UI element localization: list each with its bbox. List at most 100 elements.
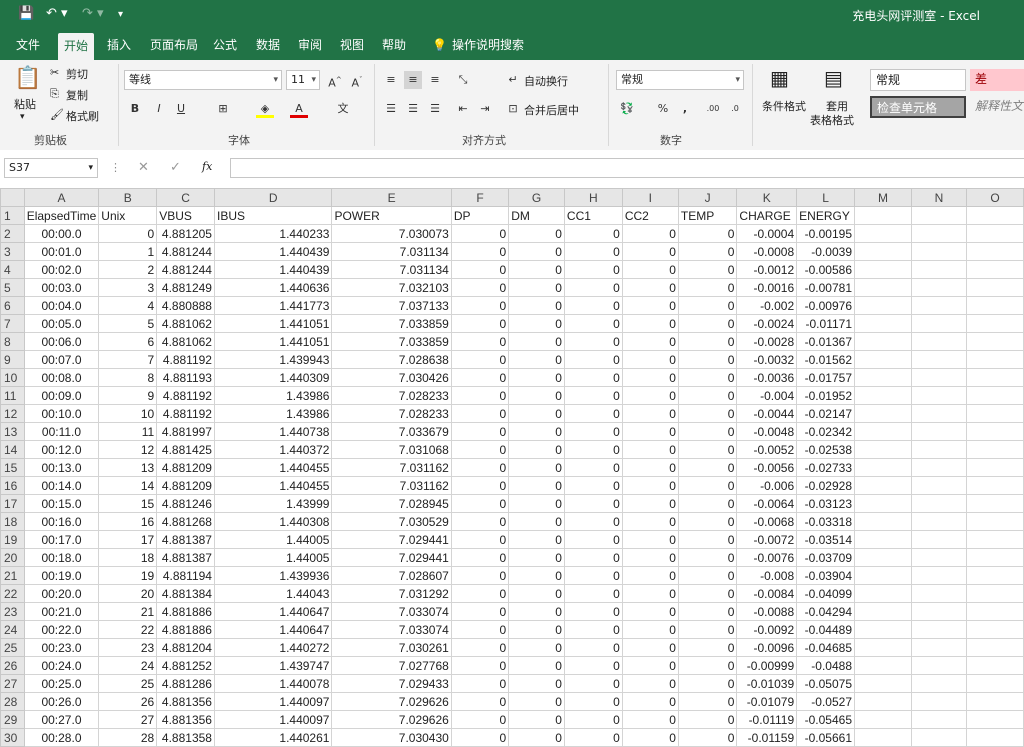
cell-d20[interactable]: 1.44005: [213, 548, 333, 567]
column-header-a[interactable]: A: [23, 188, 100, 207]
cell-c18[interactable]: 4.881268: [156, 512, 215, 531]
cell-e22[interactable]: 7.031292: [331, 584, 452, 603]
cell-n5[interactable]: [910, 278, 967, 297]
cell-l27[interactable]: -0.05075: [796, 674, 855, 693]
cell-l15[interactable]: -0.02733: [796, 458, 855, 477]
cell-k5[interactable]: -0.0016: [736, 278, 798, 297]
cell-j2[interactable]: 0: [677, 224, 738, 243]
merge-center-button[interactable]: 合并后居中: [524, 102, 579, 118]
cell-m23[interactable]: [854, 602, 912, 621]
tab-view[interactable]: 视图: [334, 30, 370, 60]
cell-c7[interactable]: 4.881062: [156, 314, 215, 333]
cell-j8[interactable]: 0: [677, 332, 738, 351]
column-header-k[interactable]: K: [736, 188, 798, 207]
tab-formulas[interactable]: 公式: [207, 30, 243, 60]
cell-o15[interactable]: [965, 458, 1024, 477]
cell-g29[interactable]: 0: [508, 710, 565, 729]
row-header[interactable]: 8: [0, 332, 25, 351]
cell-h26[interactable]: 0: [563, 656, 623, 675]
cell-e25[interactable]: 7.030261: [331, 638, 452, 657]
redo-icon[interactable]: ↷ ▾: [82, 6, 104, 21]
cell-f13[interactable]: 0: [450, 422, 510, 441]
cell-h25[interactable]: 0: [563, 638, 623, 657]
cell-o17[interactable]: [965, 494, 1024, 513]
cell-n18[interactable]: [910, 512, 967, 531]
cell-f30[interactable]: 0: [450, 728, 510, 747]
column-header-m[interactable]: M: [854, 188, 912, 207]
cell-g5[interactable]: 0: [508, 278, 565, 297]
column-header-j[interactable]: J: [677, 188, 738, 207]
cell-c24[interactable]: 4.881886: [156, 620, 215, 639]
cell-g9[interactable]: 0: [508, 350, 565, 369]
cell-e27[interactable]: 7.029433: [331, 674, 452, 693]
increase-indent-icon[interactable]: ⇥: [476, 100, 494, 118]
cell-c19[interactable]: 4.881387: [156, 530, 215, 549]
cell-g18[interactable]: 0: [508, 512, 565, 531]
cell-b29[interactable]: 27: [98, 710, 158, 729]
cell-c21[interactable]: 4.881194: [156, 566, 215, 585]
cell-o4[interactable]: [965, 260, 1024, 279]
cell-l26[interactable]: -0.0488: [796, 656, 855, 675]
cell-i28[interactable]: 0: [621, 692, 679, 711]
cell-b27[interactable]: 25: [98, 674, 158, 693]
cell-f25[interactable]: 0: [450, 638, 510, 657]
cell-n13[interactable]: [910, 422, 967, 441]
cell-n12[interactable]: [910, 404, 967, 423]
cell-e10[interactable]: 7.030426: [331, 368, 452, 387]
cell-i14[interactable]: 0: [621, 440, 679, 459]
cell-j13[interactable]: 0: [677, 422, 738, 441]
cell-j22[interactable]: 0: [677, 584, 738, 603]
cell-b14[interactable]: 12: [98, 440, 158, 459]
row-header[interactable]: 15: [0, 458, 25, 477]
cell-e6[interactable]: 7.037133: [331, 296, 452, 315]
decrease-font-icon[interactable]: Aˇ: [348, 71, 366, 90]
cell-b13[interactable]: 11: [98, 422, 158, 441]
cell-m14[interactable]: [854, 440, 912, 459]
cell-l20[interactable]: -0.03709: [796, 548, 855, 567]
cell-l9[interactable]: -0.01562: [796, 350, 855, 369]
cell-f6[interactable]: 0: [450, 296, 510, 315]
row-header[interactable]: 5: [0, 278, 25, 297]
cell-g2[interactable]: 0: [508, 224, 565, 243]
cell-d15[interactable]: 1.440455: [213, 458, 333, 477]
cell-i27[interactable]: 0: [621, 674, 679, 693]
cell-b2[interactable]: 0: [98, 224, 158, 243]
row-header[interactable]: 22: [0, 584, 25, 603]
cell-c25[interactable]: 4.881204: [156, 638, 215, 657]
cell-l19[interactable]: -0.03514: [796, 530, 855, 549]
comma-button[interactable]: ,: [676, 100, 694, 118]
cell-l23[interactable]: -0.04294: [796, 602, 855, 621]
cell-g28[interactable]: 0: [508, 692, 565, 711]
tab-help[interactable]: 帮助: [376, 30, 412, 60]
cell-i2[interactable]: 0: [621, 224, 679, 243]
cell-l8[interactable]: -0.01367: [796, 332, 855, 351]
cell-h27[interactable]: 0: [563, 674, 623, 693]
cell-n17[interactable]: [910, 494, 967, 513]
cell-g17[interactable]: 0: [508, 494, 565, 513]
cell-e18[interactable]: 7.030529: [331, 512, 452, 531]
cell-a19[interactable]: 00:17.0: [23, 530, 100, 549]
cell-a9[interactable]: 00:07.0: [23, 350, 100, 369]
cell-e7[interactable]: 7.033859: [331, 314, 452, 333]
cell-b4[interactable]: 2: [98, 260, 158, 279]
cell-a10[interactable]: 00:08.0: [23, 368, 100, 387]
cell-i13[interactable]: 0: [621, 422, 679, 441]
cell-c23[interactable]: 4.881886: [156, 602, 215, 621]
cell-e16[interactable]: 7.031162: [331, 476, 452, 495]
cell-l11[interactable]: -0.01952: [796, 386, 855, 405]
cell-c20[interactable]: 4.881387: [156, 548, 215, 567]
cell-i30[interactable]: 0: [621, 728, 679, 747]
cell-b18[interactable]: 16: [98, 512, 158, 531]
cell-b17[interactable]: 15: [98, 494, 158, 513]
formula-input[interactable]: [230, 158, 1024, 178]
paste-button[interactable]: 粘贴: [14, 96, 36, 112]
cell-j9[interactable]: 0: [677, 350, 738, 369]
cell-b8[interactable]: 6: [98, 332, 158, 351]
cell-e4[interactable]: 7.031134: [331, 260, 452, 279]
align-middle-icon[interactable]: ≡: [404, 71, 422, 89]
cell-f12[interactable]: 0: [450, 404, 510, 423]
cell-l30[interactable]: -0.05661: [796, 728, 855, 747]
cell-j14[interactable]: 0: [677, 440, 738, 459]
cell-l7[interactable]: -0.01171: [796, 314, 855, 333]
style-explanatory[interactable]: 解释性文: [970, 96, 1024, 118]
